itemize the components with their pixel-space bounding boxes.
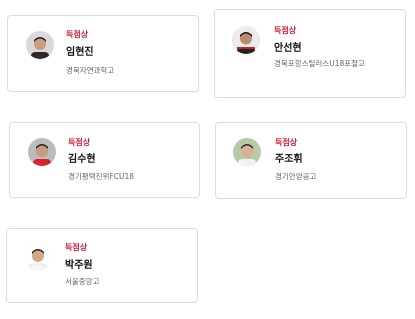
player-photo [232,26,260,54]
player-name: 임현진 [66,47,94,58]
award-card: 득점상 임현진 경북자연과학고 [7,15,199,92]
player-name: 박주원 [65,260,93,271]
player-name: 주조휘 [275,154,303,165]
player-school: 경북자연과학고 [66,66,115,75]
award-label: 득점상 [275,138,298,147]
player-name: 김수현 [68,154,96,165]
player-silhouette-icon [26,31,54,59]
award-card: 득점상 박주원 서울중앙고 [6,228,198,303]
player-silhouette-icon [24,243,52,271]
player-photo [24,243,52,271]
award-label: 득점상 [65,243,88,252]
player-school: 경기평택진위FCU18 [68,172,134,181]
player-school: 경기안양공고 [275,172,317,181]
player-photo [233,138,261,166]
player-silhouette-icon [232,26,260,54]
award-card: 득점상 김수현 경기평택진위FCU18 [9,122,200,198]
award-card: 득점상 주조휘 경기안양공고 [215,122,407,199]
award-label: 득점상 [68,138,91,147]
player-school: 서울중앙고 [65,277,100,286]
award-label: 득점상 [274,26,297,35]
award-label: 득점상 [66,30,89,39]
player-silhouette-icon [233,138,261,166]
player-silhouette-icon [28,138,56,166]
player-school: 경북포항스틸러스U18포철고 [274,59,365,68]
award-card: 득점상 안선현 경북포항스틸러스U18포철고 [214,9,406,98]
player-photo [26,31,54,59]
player-name: 안선현 [274,43,302,54]
player-photo [28,138,56,166]
